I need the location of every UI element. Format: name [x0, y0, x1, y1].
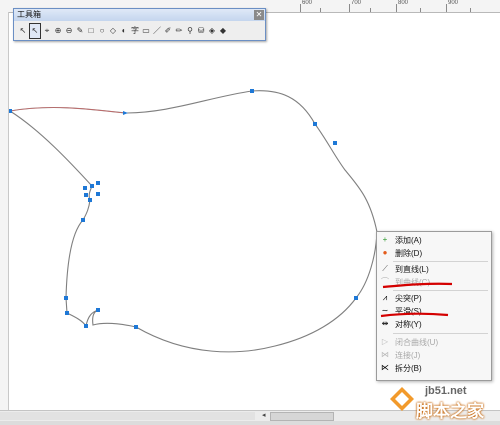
watermark-logo	[390, 387, 414, 411]
scroll-thumb[interactable]	[270, 412, 334, 421]
scroll-track[interactable]	[0, 412, 255, 420]
scroll-left-icon[interactable]: ◂	[262, 412, 269, 420]
red-underline-smooth	[380, 312, 449, 318]
red-underline-to-curve	[382, 282, 453, 289]
annotation-layer	[380, 282, 453, 318]
watermark-text: 脚本之家	[416, 402, 484, 421]
watermark-site: jb51.net	[425, 385, 467, 397]
